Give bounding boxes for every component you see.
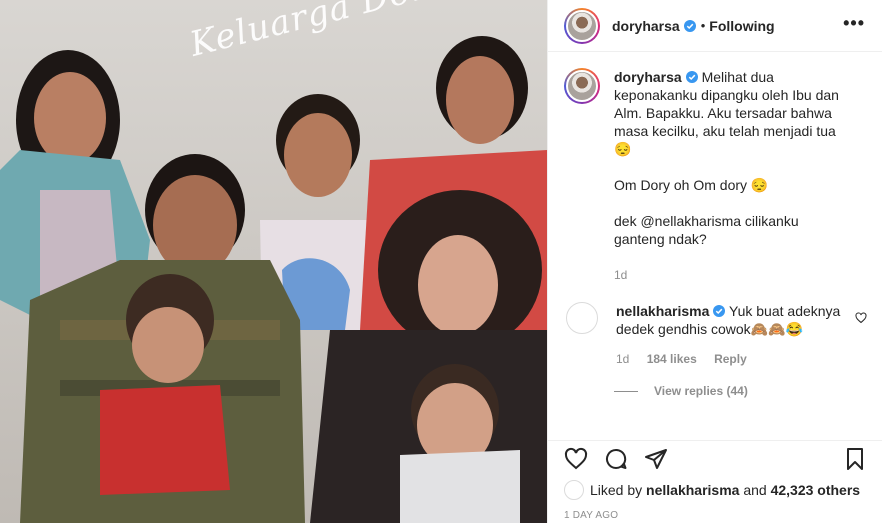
heart-icon[interactable] [564,447,588,471]
caption-text: doryharsa Melihat dua keponakanku dipang… [614,68,849,284]
bookmark-icon[interactable] [843,447,867,471]
liker-avatar[interactable] [564,480,584,500]
reply-button[interactable]: Reply [714,352,747,366]
verified-badge-icon [713,305,726,317]
comment-like-heart-icon[interactable] [855,312,867,324]
view-replies-label: View replies (44) [654,384,748,398]
caption-username[interactable]: doryharsa [614,69,682,85]
author-avatar-image [566,9,598,42]
comment-meta: 1d 184 likes Reply [616,350,841,368]
post-timestamp[interactable]: 1 DAY AGO [564,510,618,521]
view-replies-line [614,390,638,392]
likes-and: and [743,482,767,498]
author-avatar[interactable] [564,7,600,44]
following-button[interactable]: Following [709,18,774,34]
comments-list[interactable]: doryharsa Melihat dua keponakanku dipang… [548,68,882,440]
verified-badge-icon [683,19,696,32]
caption-paragraph-1: doryharsa Melihat dua keponakanku dipang… [614,68,849,158]
family-photo [0,0,547,523]
commenter-avatar[interactable] [566,302,598,334]
caption-meta: 1d [614,266,849,284]
comment-icon[interactable] [604,447,628,471]
caption-avatar[interactable] [564,68,600,104]
instagram-post: Keluarga Donel doryharsa • Following •••… [0,0,882,523]
verified-badge-icon [685,71,698,83]
view-replies-button[interactable]: View replies (44) [614,384,867,398]
likes-prefix: Liked by [590,482,643,498]
post-header: doryharsa • Following ••• [548,0,882,52]
comment-row: nellakharisma Yuk buat adeknya dedek gen… [564,302,867,368]
liker-username[interactable]: nellakharisma [646,482,739,498]
header-separator: • [700,18,706,33]
post-photo[interactable]: Keluarga Donel [0,0,547,523]
caption-avatar-image [566,70,598,102]
caption-age[interactable]: 1d [614,268,627,282]
likes-others-count[interactable]: 42,323 others [771,482,861,498]
likes-summary: Liked by nellakharisma and 42,323 others [564,480,860,500]
action-bar [548,440,882,478]
comment-likes-count[interactable]: 184 likes [647,352,697,366]
caption-row: doryharsa Melihat dua keponakanku dipang… [564,68,867,284]
caption-paragraph-3: dek @nellakharisma cilikanku ganteng nda… [614,213,799,247]
commenter-username[interactable]: nellakharisma [616,303,709,319]
share-icon[interactable] [644,447,668,471]
comment-age[interactable]: 1d [616,352,629,366]
more-options-icon[interactable]: ••• [843,14,865,32]
post-details-panel: doryharsa • Following ••• doryharsa Meli… [547,0,882,523]
comment-text: nellakharisma Yuk buat adeknya dedek gen… [616,302,841,368]
caption-paragraph-2: Om Dory oh Om dory 😔 [614,177,769,193]
comment-body-line: nellakharisma Yuk buat adeknya dedek gen… [616,302,841,338]
author-username[interactable]: doryharsa [612,18,680,34]
